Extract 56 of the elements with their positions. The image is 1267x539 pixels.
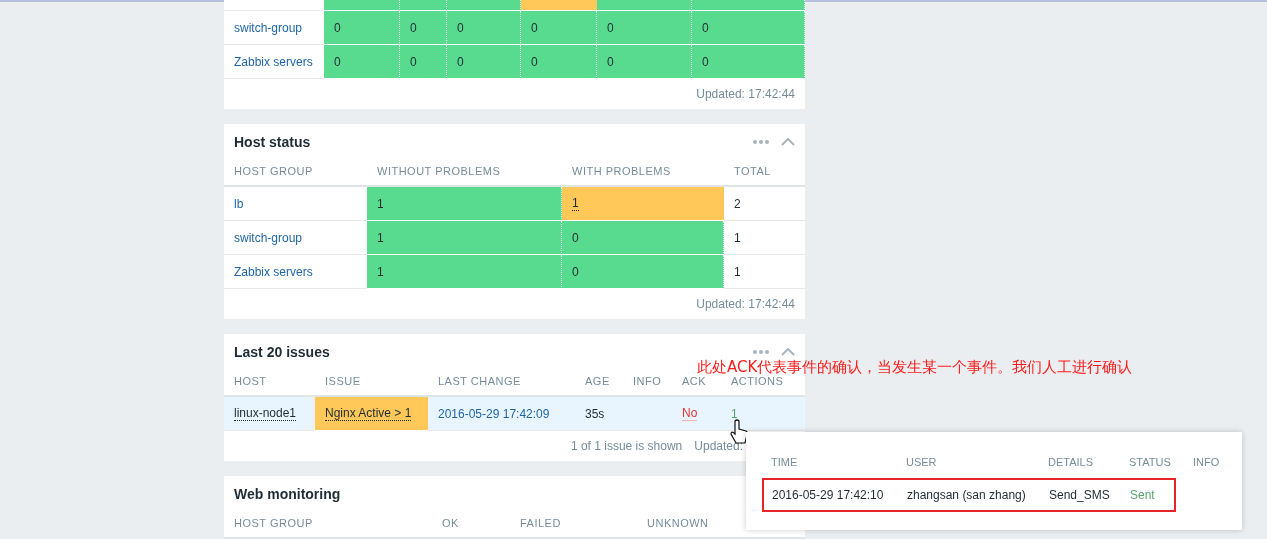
column-header: OK <box>432 511 510 539</box>
table-cell: 0 <box>702 20 709 35</box>
column-header: HOST GROUP <box>224 159 367 187</box>
table-cell: 0 <box>457 20 464 35</box>
footer-text: Updated: 17:42:44 <box>696 297 795 311</box>
host-link[interactable]: linux-node1 <box>234 406 297 421</box>
table-cell: 1 <box>377 264 384 279</box>
table-cell: 0 <box>572 264 579 279</box>
time-link[interactable]: 2016-05-29 17:42:09 <box>438 406 550 421</box>
issue-link[interactable]: 1 <box>572 196 579 211</box>
table-cell: 0 <box>531 20 538 35</box>
column-header: DETAILS <box>1047 455 1095 470</box>
more-icon[interactable] <box>753 348 769 355</box>
table-cell-text: zhangsan (san zhang) <box>906 488 1027 502</box>
table-cell: 0 <box>572 230 579 245</box>
table-cell: 0 <box>702 54 709 69</box>
footer-text: Updated: 17:42:44 <box>696 87 795 101</box>
collapse-icon[interactable] <box>781 347 795 356</box>
group-link[interactable]: switch-group <box>234 20 303 35</box>
column-header: INFO <box>1192 455 1220 470</box>
more-icon[interactable] <box>753 138 769 145</box>
table-cell: 1 <box>377 196 384 211</box>
table-cell: 0 <box>410 20 417 35</box>
table-cell: 0 <box>334 20 341 35</box>
column-header: HOST GROUP <box>224 511 432 539</box>
footer-text: Updated: <box>694 439 743 453</box>
group-link[interactable]: lb <box>234 196 244 211</box>
widget-title: Web monitoring <box>234 485 341 502</box>
ack-link[interactable]: No <box>682 406 698 421</box>
collapse-icon[interactable] <box>781 137 795 146</box>
table-cell: 1 <box>734 230 741 245</box>
table-cell: 0 <box>607 54 614 69</box>
column-header: STATUS <box>1128 455 1172 470</box>
widget-title: Last 20 issues <box>234 343 330 360</box>
table-cell: 0 <box>457 54 464 69</box>
column-header: TIME <box>770 455 799 470</box>
table-cell: 0 <box>607 20 614 35</box>
column-header: TOTAL <box>724 159 805 187</box>
table-cell: 0 <box>410 54 417 69</box>
table-cell: 1 <box>734 264 741 279</box>
status-text: Sent <box>1129 488 1155 502</box>
table-cell: 1 <box>377 230 384 245</box>
widget-title: Host status <box>234 133 311 150</box>
column-header: FAILED <box>510 511 637 539</box>
group-link[interactable]: Zabbix servers <box>234 54 313 69</box>
table-cell: 0 <box>531 54 538 69</box>
table-cell: 2 <box>734 196 741 211</box>
column-header: USER <box>905 455 938 470</box>
group-link[interactable]: switch-group <box>234 230 303 245</box>
table-cell-text: 2016-05-29 17:42:10 <box>771 488 885 502</box>
issue-link[interactable]: Nginx Active > 1 <box>325 406 412 421</box>
footer-text: 1 of 1 issue is shown <box>570 439 683 453</box>
table-cell: 35s <box>585 406 605 421</box>
group-link[interactable]: Zabbix servers <box>234 264 313 279</box>
table-cell: 0 <box>334 54 341 69</box>
table-cell-text: Send_SMS <box>1048 488 1111 502</box>
